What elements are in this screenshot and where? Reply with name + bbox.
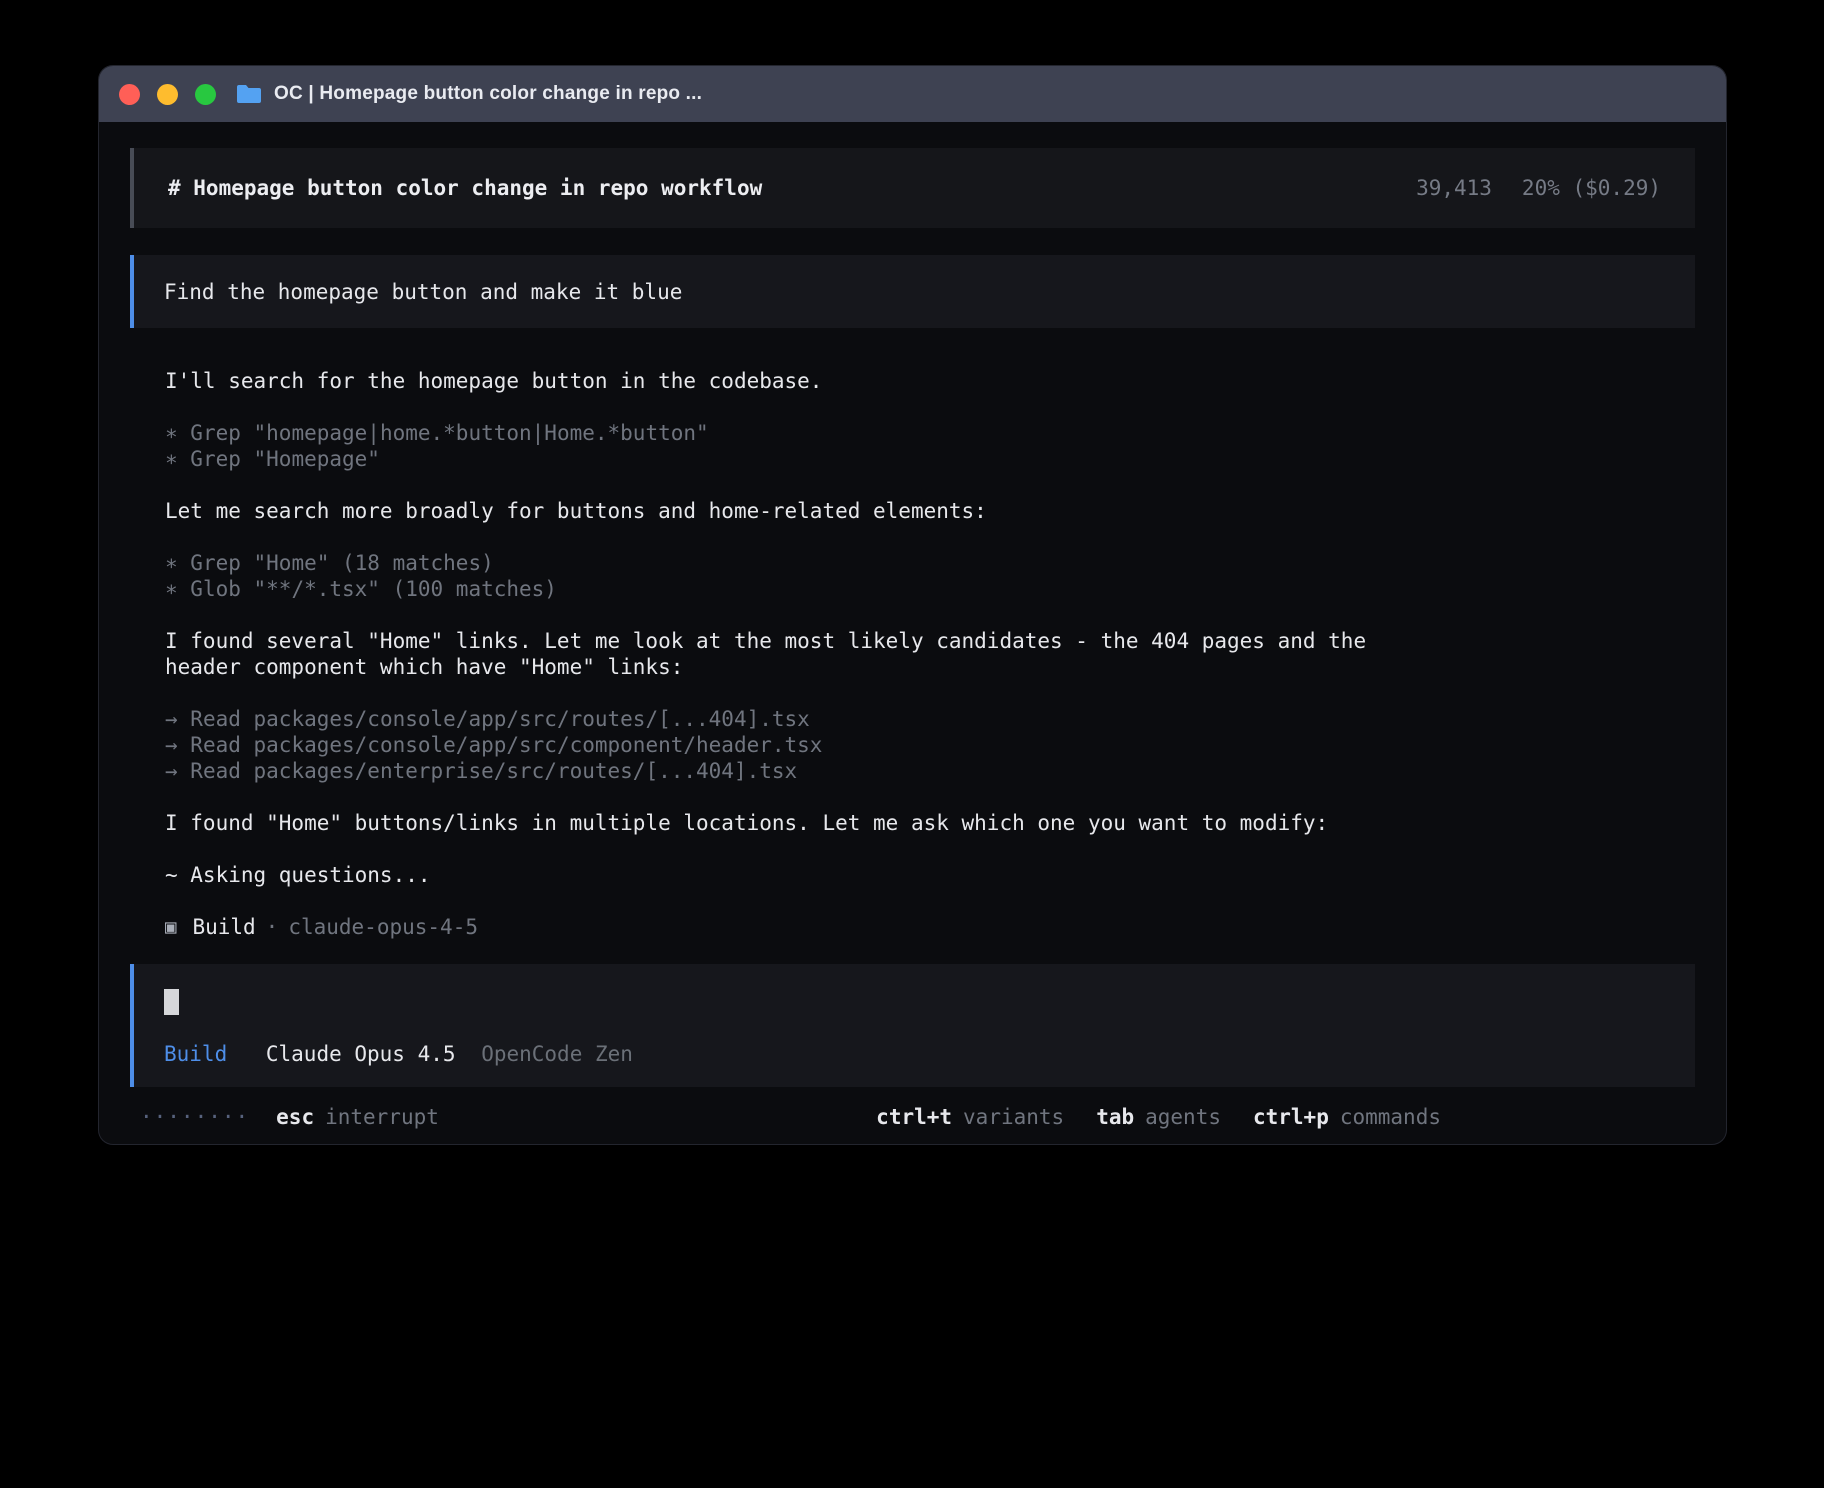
titlebar[interactable]: OC | Homepage button color change in rep…: [99, 66, 1726, 122]
provider-label: OpenCode Zen: [481, 1042, 633, 1066]
active-model-label: Claude Opus 4.5: [266, 1042, 456, 1066]
tool-call-group: ∗ Grep "homepage|home.*button|Home.*butt…: [165, 420, 1695, 472]
assistant-text: Let me search more broadly for buttons a…: [165, 498, 1695, 524]
read-group: → Read packages/console/app/src/routes/[…: [165, 706, 1695, 784]
user-message: Find the homepage button and make it blu…: [130, 255, 1695, 328]
tool-call: ∗ Grep "homepage|home.*button|Home.*butt…: [165, 420, 1695, 446]
transcript: I'll search for the homepage button in t…: [130, 328, 1695, 940]
esc-key-hint: esc: [276, 1104, 314, 1130]
shortcut-variants: ctrl+tvariants: [876, 1104, 1064, 1130]
terminal-window: OC | Homepage button color change in rep…: [99, 66, 1726, 1144]
assistant-text: I found several "Home" links. Let me loo…: [165, 628, 1415, 680]
read-call: → Read packages/enterprise/src/routes/[.…: [165, 758, 1695, 784]
tool-call-group: ∗ Grep "Home" (18 matches) ∗ Glob "**/*.…: [165, 550, 1695, 602]
context-usage: 20% ($0.29): [1522, 176, 1661, 200]
session-header: # Homepage button color change in repo w…: [130, 148, 1695, 228]
asterisk-icon: ∗: [165, 551, 190, 575]
input-line[interactable]: [164, 989, 1665, 1015]
dot-separator: ·: [266, 914, 279, 940]
arrow-right-icon: →: [165, 707, 190, 731]
assistant-text: I found "Home" buttons/links in multiple…: [165, 810, 1695, 836]
tool-call: ∗ Grep "Home" (18 matches): [165, 550, 1695, 576]
agent-name: Build: [192, 914, 255, 940]
agent-status-line: ▣ Build · claude-opus-4-5: [165, 914, 1695, 940]
read-call: → Read packages/console/app/src/componen…: [165, 732, 1695, 758]
shortcut-commands: ctrl+pcommands: [1253, 1104, 1441, 1130]
assistant-text: I'll search for the homepage button in t…: [165, 368, 1695, 394]
traffic-lights: [119, 84, 216, 105]
minimize-button[interactable]: [157, 84, 178, 105]
zoom-button[interactable]: [195, 84, 216, 105]
prompt-input[interactable]: Build Claude Opus 4.5 OpenCode Zen: [130, 964, 1695, 1087]
shortcut-agents: tabagents: [1096, 1104, 1221, 1130]
status-bar: ········ esc interrupt ctrl+tvariants ta…: [130, 1104, 1695, 1130]
asterisk-icon: ∗: [165, 577, 190, 601]
folder-icon: [236, 83, 262, 105]
token-count: 39,413: [1416, 176, 1492, 200]
user-message-text: Find the homepage button and make it blu…: [164, 280, 682, 304]
text-cursor: [164, 989, 179, 1015]
asking-status: ~ Asking questions...: [165, 862, 1695, 888]
input-meta: Build Claude Opus 4.5 OpenCode Zen: [164, 1041, 1665, 1067]
active-agent-label: Build: [164, 1042, 227, 1066]
spinner-dots: ········: [140, 1104, 249, 1130]
session-title: # Homepage button color change in repo w…: [168, 176, 762, 200]
shortcut-hints: ctrl+tvariants tabagents ctrl+pcommands: [876, 1104, 1441, 1130]
agent-model: claude-opus-4-5: [288, 914, 478, 940]
arrow-right-icon: →: [165, 733, 190, 757]
read-call: → Read packages/console/app/src/routes/[…: [165, 706, 1695, 732]
close-button[interactable]: [119, 84, 140, 105]
tool-call: ∗ Glob "**/*.tsx" (100 matches): [165, 576, 1695, 602]
window-title: OC | Homepage button color change in rep…: [274, 83, 702, 105]
arrow-right-icon: →: [165, 759, 190, 783]
agent-icon: ▣: [165, 914, 176, 940]
asterisk-icon: ∗: [165, 447, 190, 471]
asterisk-icon: ∗: [165, 421, 190, 445]
tool-call: ∗ Grep "Homepage": [165, 446, 1695, 472]
esc-action-label: interrupt: [325, 1104, 439, 1130]
